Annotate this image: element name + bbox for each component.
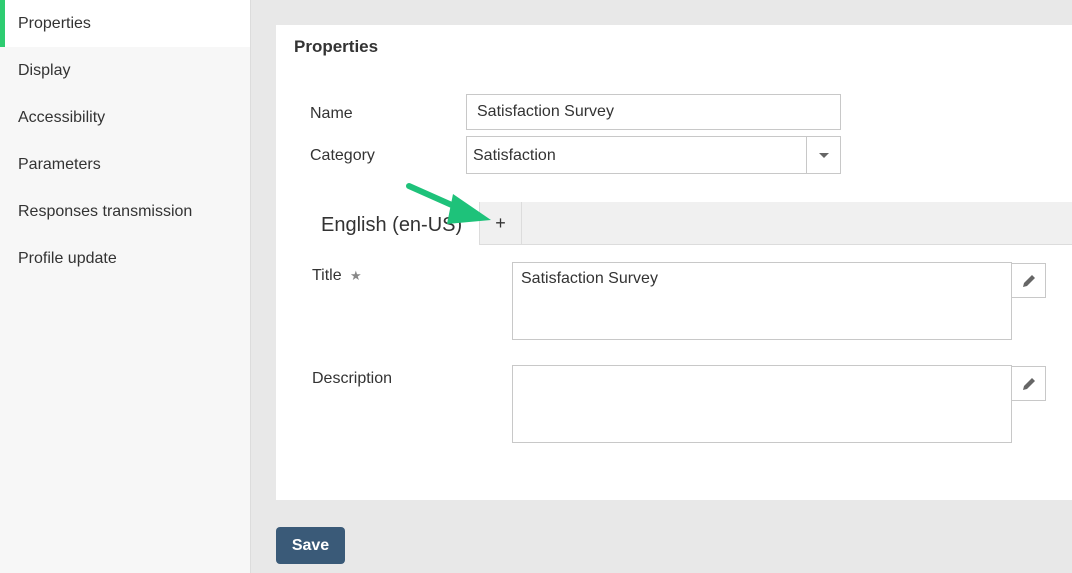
star-icon: ★ <box>350 268 362 283</box>
sidebar: Properties Display Accessibility Paramet… <box>0 0 251 573</box>
sidebar-item-label: Responses transmission <box>18 203 193 220</box>
category-select[interactable]: Satisfaction <box>466 136 841 174</box>
arrow-pointer-icon <box>406 183 491 224</box>
sidebar-item-label: Parameters <box>18 156 101 173</box>
panel-title: Properties <box>294 37 379 56</box>
sidebar-item-display[interactable]: Display <box>0 47 250 94</box>
name-label: Name <box>310 105 353 122</box>
sidebar-item-parameters[interactable]: Parameters <box>0 141 250 188</box>
sidebar-item-label: Profile update <box>18 250 117 267</box>
category-select-value: Satisfaction <box>473 147 556 164</box>
title-edit-button[interactable] <box>1011 263 1046 298</box>
pencil-icon <box>1023 275 1035 287</box>
sidebar-item-label: Display <box>18 62 71 79</box>
sidebar-item-label: Accessibility <box>18 109 106 126</box>
sidebar-item-accessibility[interactable]: Accessibility <box>0 94 250 141</box>
save-button[interactable]: Save <box>276 527 345 564</box>
sidebar-item-properties[interactable]: Properties <box>0 0 250 47</box>
name-input[interactable] <box>466 94 841 130</box>
sidebar-item-responses-transmission[interactable]: Responses transmission <box>0 188 250 235</box>
description-label: Description <box>312 370 393 387</box>
sidebar-item-profile-update[interactable]: Profile update <box>0 235 250 282</box>
title-textarea[interactable]: Satisfaction Survey <box>512 262 1012 340</box>
description-edit-button[interactable] <box>1011 366 1046 401</box>
description-textarea[interactable] <box>512 365 1012 443</box>
title-label: Title <box>312 267 342 284</box>
sidebar-item-label: Properties <box>18 15 91 32</box>
pencil-icon <box>1023 378 1035 390</box>
chevron-down-icon[interactable] <box>806 137 840 173</box>
category-label: Category <box>310 147 375 164</box>
properties-panel: Properties Name Category Satisfaction En… <box>276 25 1072 500</box>
